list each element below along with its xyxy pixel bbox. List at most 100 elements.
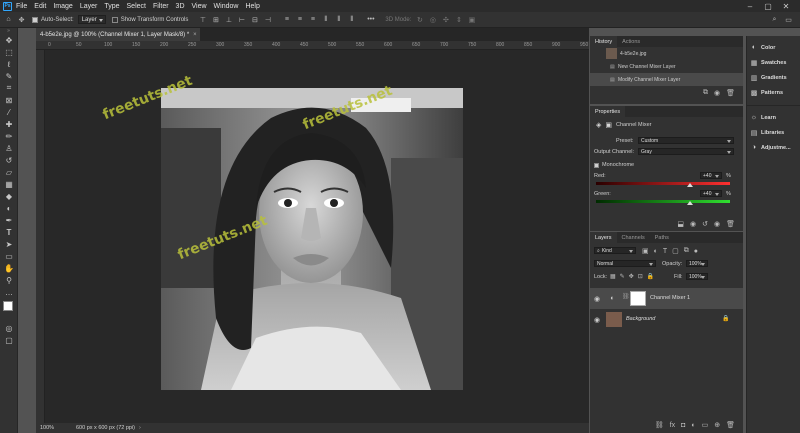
lasso-tool-icon[interactable]: ℓ [0,58,18,70]
auto-select-option[interactable]: Auto-Select: [32,16,74,23]
eyedropper-tool-icon[interactable]: ⁄ [0,106,18,118]
panel-libraries[interactable]: ▤ Libraries [747,125,800,140]
panel-adjustments[interactable]: ◑ Adjustme... [747,140,800,155]
distribute-top-icon[interactable]: ≡ [282,15,291,24]
close-document-icon[interactable]: × [193,32,197,38]
visibility-eye-icon[interactable]: ◉ [590,316,604,324]
status-arrow-icon[interactable]: › [139,425,141,431]
menu-edit[interactable]: Edit [34,3,46,10]
green-value-field[interactable]: +40 [700,190,722,197]
canvas-area[interactable]: freetuts.net freetuts.net freetuts.net [45,50,589,423]
maximize-button[interactable]: ▢ [760,0,776,12]
add-mask-icon[interactable]: ◘ [681,422,685,429]
history-snapshot[interactable]: 4-b5e2e.jpg [590,47,743,60]
tab-properties[interactable]: Properties [590,106,626,117]
close-window-button[interactable]: ✕ [778,0,794,12]
clip-to-layer-icon[interactable]: ⬓ [677,220,684,228]
layer-mask-thumbnail[interactable] [630,291,646,306]
tab-paths[interactable]: Paths [650,232,674,243]
output-channel-dropdown[interactable]: Gray [638,148,734,155]
quick-select-tool-icon[interactable]: ✎ [0,70,18,82]
auto-select-dropdown[interactable]: Layer [77,15,106,24]
align-vcenter-icon[interactable]: ⊞ [211,15,220,24]
3d-scale-icon[interactable]: ▣ [467,15,476,24]
menu-type[interactable]: Type [104,3,119,10]
3d-orbit-icon[interactable]: ↻ [415,15,424,24]
frame-tool-icon[interactable]: ⊠ [0,94,18,106]
3d-roll-icon[interactable]: ◎ [428,15,437,24]
move-tool-icon[interactable]: ✥ [0,34,18,46]
eraser-tool-icon[interactable]: ▱ [0,166,18,178]
tab-layers[interactable]: Layers [590,232,617,243]
lock-all-icon[interactable]: 🔒 [647,273,654,280]
3d-pan-icon[interactable]: ✣ [441,15,450,24]
filter-pixel-icon[interactable]: ▣ [642,247,649,255]
panel-color[interactable]: ◐ Color [747,40,800,55]
hand-tool-icon[interactable]: ✋ [0,262,18,274]
opacity-field[interactable]: 100% [686,260,708,267]
panel-gradients[interactable]: ▥ Gradients [747,70,800,85]
more-options-icon[interactable]: ••• [366,15,375,24]
red-slider-track[interactable] [596,182,730,185]
tab-actions[interactable]: Actions [617,36,645,47]
align-top-icon[interactable]: ⊤ [198,15,207,24]
menu-help[interactable]: Help [245,3,259,10]
minimize-button[interactable]: – [742,0,758,12]
filter-toggle-icon[interactable]: ● [694,248,698,255]
panel-learn[interactable]: ☼ Learn [747,110,800,125]
lock-pixels-icon[interactable]: ✎ [620,273,625,280]
menu-3d[interactable]: 3D [176,3,185,10]
new-layer-icon[interactable]: ⊕ [714,421,720,429]
menu-select[interactable]: Select [127,3,146,10]
lock-artboard-icon[interactable]: ⊡ [638,273,643,280]
green-slider-handle[interactable] [686,201,693,205]
zoom-level[interactable]: 100% [40,425,72,431]
home-icon[interactable]: ⌂ [4,15,13,24]
layer-style-icon[interactable]: fx [670,422,675,429]
blur-tool-icon[interactable]: ◆ [0,190,18,202]
marquee-tool-icon[interactable]: ⬚ [0,46,18,58]
type-tool-icon[interactable]: T [0,226,18,238]
layer-row[interactable]: ◉ Background 🔒 [590,309,743,330]
preset-dropdown[interactable]: Custom [638,137,734,144]
menu-window[interactable]: Window [214,3,239,10]
distribute-bottom-icon[interactable]: ≡ [308,15,317,24]
path-selection-tool-icon[interactable]: ➤ [0,238,18,250]
delete-layer-icon[interactable]: 🗑 [726,421,735,429]
vertical-ruler[interactable] [36,50,45,423]
horizontal-ruler[interactable]: 0 50 100 150 200 250 300 350 400 450 500 550 600 650 7… [36,41,589,50]
distribute-hcenter-icon[interactable]: ⦀ [334,15,343,24]
edit-toolbar-icon[interactable]: … [0,286,18,298]
workspace-icon[interactable]: ▭ [784,15,793,24]
filter-type-icon[interactable]: T [663,248,667,255]
visibility-icon[interactable]: ◉ [714,220,720,228]
align-left-icon[interactable]: ⊢ [237,15,246,24]
link-layers-icon[interactable]: ⛓ [655,421,664,429]
quick-mask-icon[interactable]: ◎ [0,322,18,334]
align-bottom-icon[interactable]: ⊥ [224,15,233,24]
distribute-left-icon[interactable]: ⦀ [321,15,330,24]
new-snapshot-icon[interactable]: ◉ [714,89,720,97]
transform-controls-option[interactable]: Show Transform Controls [111,16,188,23]
mask-icon[interactable]: ▣ [605,121,612,129]
dodge-tool-icon[interactable]: ◐ [0,202,18,214]
tab-channels[interactable]: Channels [617,232,650,243]
menu-view[interactable]: View [192,3,207,10]
filter-smart-icon[interactable]: ⧉ [684,247,689,255]
clone-stamp-tool-icon[interactable]: ♙ [0,142,18,154]
foreground-color-swatch[interactable] [3,301,13,311]
history-item[interactable]: ▤ New Channel Mixer Layer [590,60,743,73]
transform-controls-checkbox[interactable] [111,16,118,23]
move-tool-icon[interactable]: ✥ [17,15,26,24]
pen-tool-icon[interactable]: ✒ [0,214,18,226]
zoom-tool-icon[interactable]: ⚲ [0,274,18,286]
layer-filter-dropdown[interactable]: ⌕ Kind [594,247,636,254]
brush-tool-icon[interactable]: ✏ [0,130,18,142]
visibility-eye-icon[interactable]: ◉ [590,295,604,303]
green-slider-track[interactable] [596,200,730,203]
screen-mode-icon[interactable]: ▢ [0,334,18,346]
menu-filter[interactable]: Filter [153,3,169,10]
red-slider-handle[interactable] [686,183,693,187]
blend-mode-dropdown[interactable]: Normal [594,260,656,267]
delete-state-icon[interactable]: 🗑 [726,89,735,97]
